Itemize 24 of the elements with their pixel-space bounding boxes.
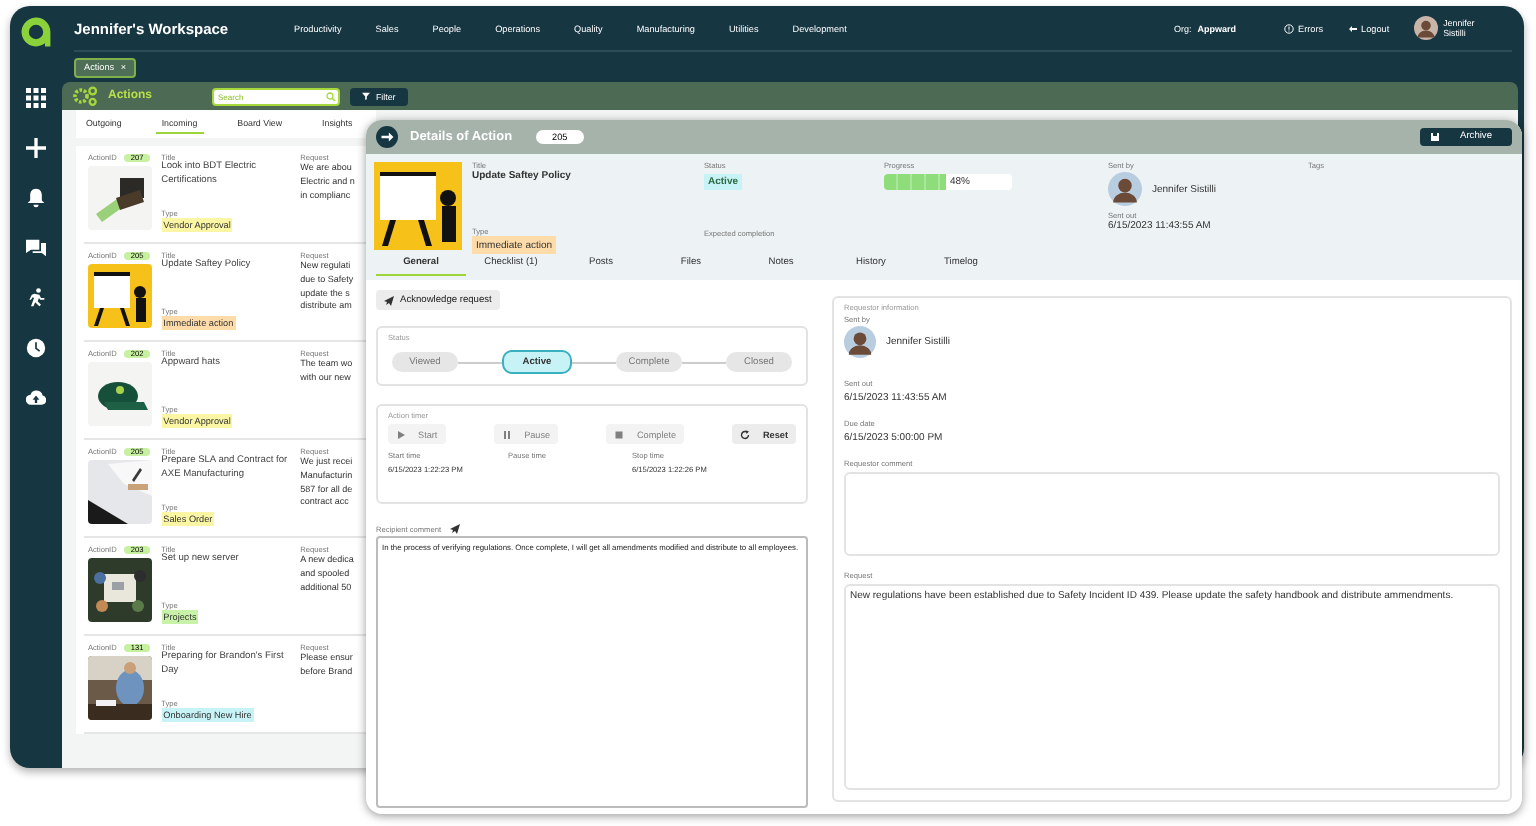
cloud-upload-icon[interactable] (26, 388, 46, 408)
arrow-left-icon (1347, 23, 1358, 33)
send-icon[interactable] (449, 524, 459, 534)
arrow-right-icon[interactable] (376, 126, 398, 148)
info-icon (1284, 23, 1295, 33)
send-icon (384, 295, 394, 305)
runner-icon[interactable] (26, 288, 46, 308)
avatar (1108, 172, 1142, 206)
reset-icon (740, 429, 751, 439)
archive-icon (1430, 132, 1440, 142)
gears-icon (72, 86, 100, 106)
logo-icon (18, 14, 54, 50)
play-icon (396, 429, 406, 439)
requestor-comment-field[interactable] (844, 472, 1500, 556)
avatar[interactable] (1413, 16, 1438, 40)
pause-icon (502, 429, 513, 439)
stop-icon (614, 429, 625, 439)
bell-icon[interactable] (26, 188, 46, 208)
clock-icon[interactable] (26, 338, 46, 358)
filter-icon (362, 92, 370, 100)
chat-icon[interactable] (26, 238, 46, 258)
plus-icon[interactable] (26, 138, 46, 158)
avatar (844, 326, 876, 358)
apps-grid-icon[interactable] (26, 88, 46, 108)
